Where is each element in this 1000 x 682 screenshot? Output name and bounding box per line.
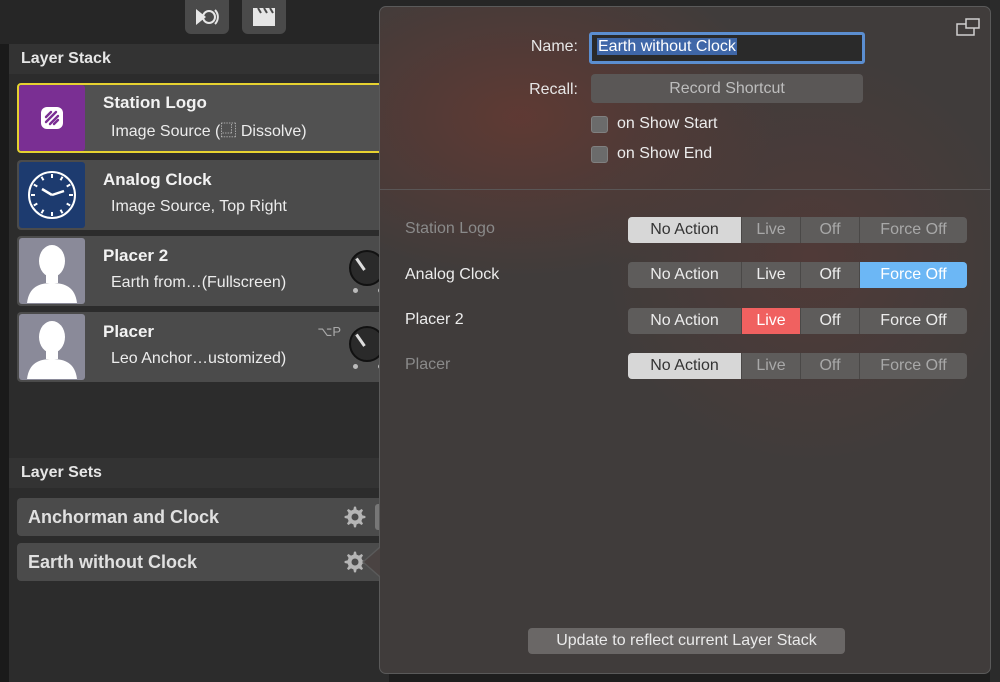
layer-set-anchorman-and-clock[interactable]: Anchorman and Clock	[17, 498, 389, 536]
action-segmented-placer-2[interactable]: No Action Live Off Force Off	[628, 308, 967, 334]
layer-subtitle: Image Source (⿽ Dissolve)	[111, 123, 307, 140]
segment-force-off[interactable]: Force Off	[859, 262, 967, 288]
segment-off[interactable]: Off	[800, 353, 859, 379]
person-silhouette-icon	[19, 314, 85, 380]
popover-divider	[380, 189, 990, 190]
clock-icon	[19, 162, 85, 228]
media-play-button[interactable]	[185, 0, 229, 34]
record-shortcut-button[interactable]: Record Shortcut	[591, 74, 863, 103]
layer-name: Analog Clock	[103, 170, 212, 189]
layer-set-popover	[379, 6, 991, 674]
layer-placer[interactable]: Placer Leo Anchor…ustomized) ⌥P	[17, 312, 389, 382]
layer-set-name: Earth without Clock	[28, 552, 198, 572]
right-edge	[990, 0, 1000, 682]
layer-subtitle: Leo Anchor…ustomized)	[111, 350, 287, 367]
layer-subtitle: Earth from…(Fullscreen)	[111, 274, 287, 291]
layer-name: Placer 2	[103, 246, 169, 265]
action-segmented-station-logo[interactable]: No Action Live Off Force Off	[628, 217, 967, 243]
action-segmented-placer[interactable]: No Action Live Off Force Off	[628, 353, 967, 379]
segment-live[interactable]: Live	[741, 308, 800, 334]
clapperboard-icon	[253, 7, 275, 26]
person-silhouette-icon	[19, 238, 85, 304]
layer-stack-header: Layer Stack	[9, 44, 389, 74]
layer-name: Placer	[103, 322, 155, 341]
name-label: Name:	[530, 38, 578, 55]
segment-no-action[interactable]: No Action	[628, 262, 741, 288]
layer-station-logo[interactable]: Station Logo Image Source (⿽ Dissolve)	[17, 83, 389, 153]
segment-off[interactable]: Off	[800, 308, 859, 334]
layer-analog-clock[interactable]: Analog Clock Image Source, Top Right	[17, 160, 389, 230]
on-show-end-checkbox[interactable]: on Show End	[591, 145, 712, 163]
recall-label: Recall:	[529, 81, 578, 98]
layer-set-name: Anchorman and Clock	[28, 507, 220, 527]
checkbox-box[interactable]	[591, 145, 608, 163]
action-segmented-analog-clock[interactable]: No Action Live Off Force Off	[628, 262, 967, 288]
name-input[interactable]: Earth without Clock	[589, 32, 865, 64]
checkbox-label: on Show End	[617, 145, 713, 162]
action-label-placer-2: Placer 2	[405, 311, 464, 328]
segment-force-off[interactable]: Force Off	[859, 353, 967, 379]
left-panel: Layer Stack Station Logo Image Source (⿽…	[9, 44, 389, 682]
layer-placer-2[interactable]: Placer 2 Earth from…(Fullscreen)	[17, 236, 389, 306]
checkbox-box[interactable]	[591, 115, 608, 133]
popover-arrow	[364, 548, 380, 576]
layer-subtitle: Image Source, Top Right	[111, 198, 287, 215]
on-show-start-checkbox[interactable]: on Show Start	[591, 115, 718, 133]
segment-off[interactable]: Off	[800, 262, 859, 288]
detach-window-icon[interactable]	[956, 18, 980, 36]
play-sound-icon	[196, 9, 219, 25]
segment-live[interactable]: Live	[741, 217, 800, 243]
station-logo-icon	[19, 85, 85, 151]
segment-live[interactable]: Live	[741, 262, 800, 288]
layer-set-earth-without-clock[interactable]: Earth without Clock	[17, 543, 389, 581]
segment-off[interactable]: Off	[800, 217, 859, 243]
update-layer-set-button[interactable]: Update to reflect current Layer Stack	[528, 628, 845, 654]
shortcut-label: ⌥P	[317, 324, 341, 339]
name-input-value: Earth without Clock	[597, 38, 737, 55]
clapper-button[interactable]	[242, 0, 286, 34]
layer-sets-header: Layer Sets	[9, 458, 389, 488]
gear-icon[interactable]	[343, 505, 367, 529]
segment-force-off[interactable]: Force Off	[859, 308, 967, 334]
action-label-analog-clock: Analog Clock	[405, 266, 500, 283]
segment-force-off[interactable]: Force Off	[859, 217, 967, 243]
layer-name: Station Logo	[103, 93, 207, 112]
left-edge	[0, 44, 9, 682]
action-label-placer: Placer	[405, 356, 451, 373]
checkbox-label: on Show Start	[617, 115, 718, 132]
action-label-station-logo: Station Logo	[405, 220, 495, 237]
segment-no-action[interactable]: No Action	[628, 353, 741, 379]
segment-no-action[interactable]: No Action	[628, 308, 741, 334]
segment-no-action[interactable]: No Action	[628, 217, 741, 243]
segment-live[interactable]: Live	[741, 353, 800, 379]
